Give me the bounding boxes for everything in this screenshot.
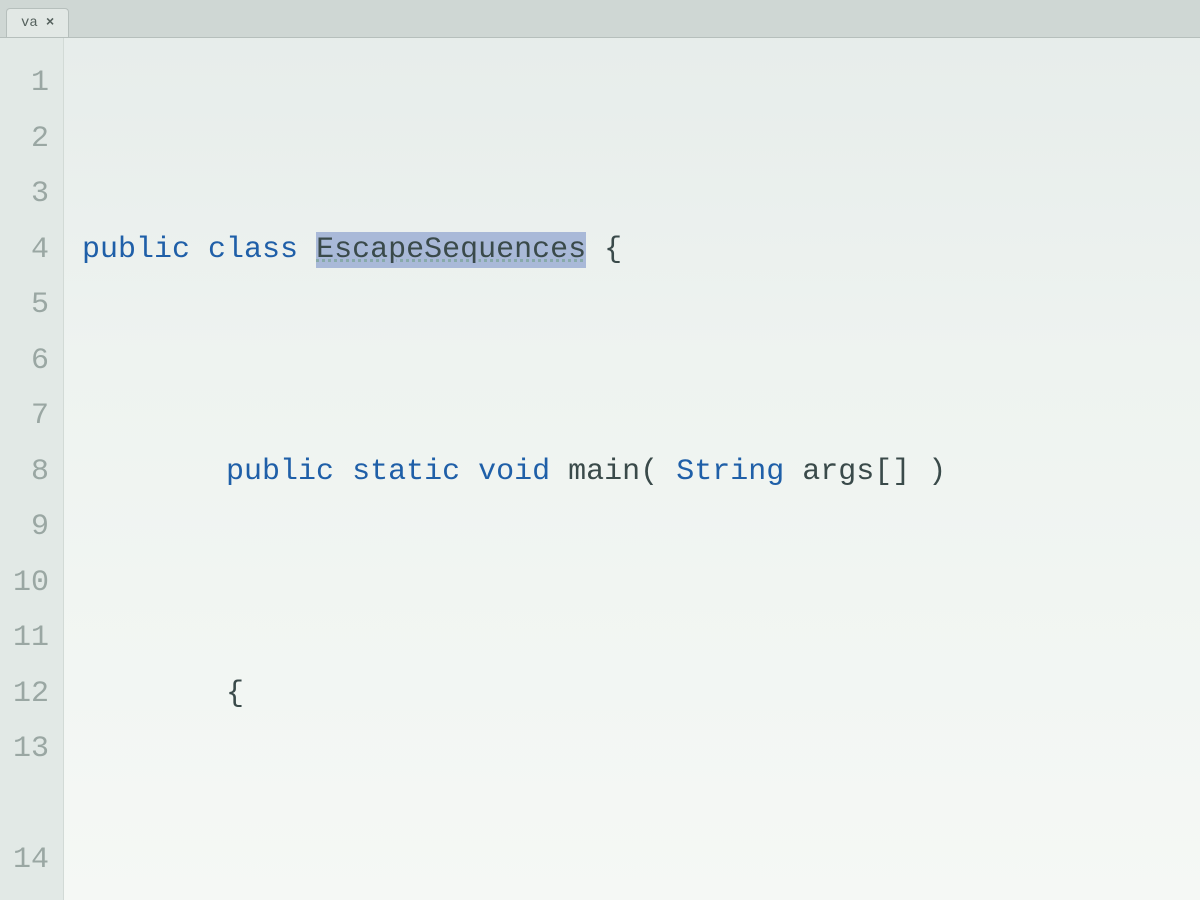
line-number: 14 [0,833,49,889]
class-name: EscapeSequences [316,233,586,267]
line-number: 13 [0,722,49,778]
line-number: 12 [0,667,49,723]
code-line: // Add a tab between Edpresso and shot [82,889,1200,900]
file-tab[interactable]: va × [6,8,69,37]
param: args[] [802,455,910,489]
line-number: 8 [0,445,49,501]
keyword: class [208,233,298,267]
code-line: { [82,667,1200,723]
tab-bar: va × [0,0,1200,38]
tab-label: va [21,15,38,31]
method-name: main [568,455,640,489]
line-number-gutter: 1 2 3 4 5 6 7 8 9 10 11 12 13 14 16 [0,38,64,900]
line-number: 2 [0,112,49,168]
line-number: 11 [0,611,49,667]
brace: { [226,677,244,711]
line-number: 9 [0,500,49,556]
close-icon[interactable]: × [46,15,54,31]
line-number: 7 [0,389,49,445]
keyword: public [226,455,334,489]
keyword: public [82,233,190,267]
line-number: 3 [0,167,49,223]
code-area[interactable]: public class EscapeSequences { public st… [64,38,1200,900]
brace: { [604,233,622,267]
type: String [676,455,784,489]
code-line: public static void main( String args[] ) [82,445,1200,501]
line-number: 4 [0,223,49,279]
line-number: 16 [0,889,49,900]
line-number: 10 [0,556,49,612]
keyword: static [352,455,460,489]
paren: ) [928,455,946,489]
code-editor[interactable]: 1 2 3 4 5 6 7 8 9 10 11 12 13 14 16 publ… [0,38,1200,900]
line-number: 5 [0,278,49,334]
code-line: public class EscapeSequences { [82,223,1200,279]
paren: ( [640,455,658,489]
line-number [0,778,49,834]
line-number: 1 [0,56,49,112]
line-number: 6 [0,334,49,390]
keyword: void [478,455,550,489]
